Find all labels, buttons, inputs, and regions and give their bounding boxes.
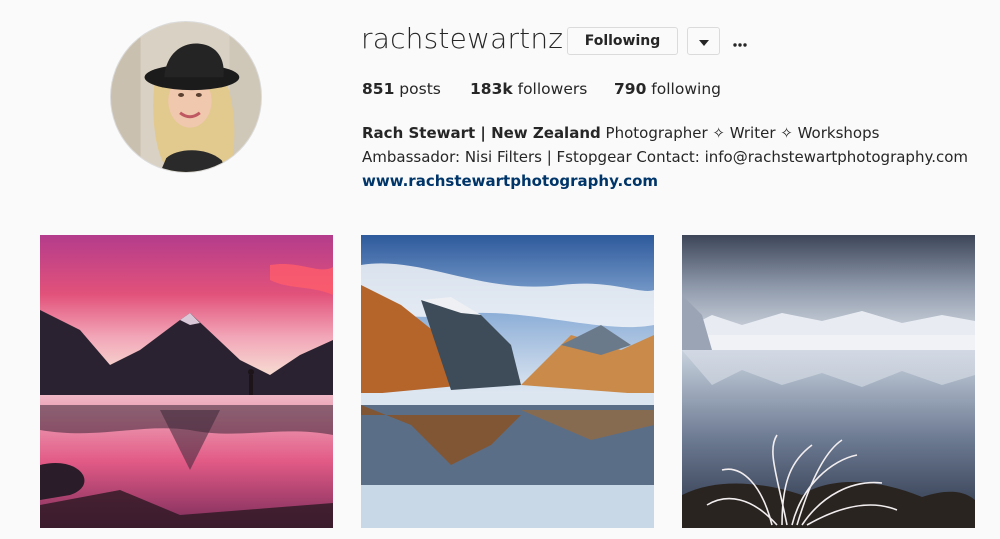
more-options-icon [733,32,747,51]
posts-label: posts [399,80,441,98]
post-image [40,235,333,528]
followers-count: 183k [470,80,513,98]
suggestions-dropdown-button[interactable] [687,27,720,55]
post-image [682,235,975,528]
post-thumbnail[interactable] [40,235,333,528]
profile-bio: Rach Stewart | New Zealand Photographer … [362,121,982,193]
post-thumbnail[interactable] [682,235,975,528]
following-link[interactable]: 790 following [614,80,721,98]
followers-label: followers [517,80,588,98]
profile-username: rachstewartnz [361,22,564,55]
followers-link[interactable]: 183k followers [470,80,614,98]
post-thumbnail[interactable] [361,235,654,528]
posts-stat: 851 posts [362,80,470,98]
following-label: following [651,80,721,98]
following-count: 790 [614,80,647,98]
posts-count: 851 [362,80,395,98]
bio-website-link[interactable]: www.rachstewartphotography.com [362,172,658,190]
avatar-photo [111,22,261,172]
following-button[interactable]: Following [567,27,678,55]
more-options-button[interactable] [728,27,752,55]
profile-stats: 851 posts 183k followers 790 following [362,80,721,98]
post-image [361,235,654,528]
profile-avatar[interactable] [110,21,262,173]
bio-name: Rach Stewart | New Zealand [362,124,601,142]
chevron-down-icon [698,32,709,51]
